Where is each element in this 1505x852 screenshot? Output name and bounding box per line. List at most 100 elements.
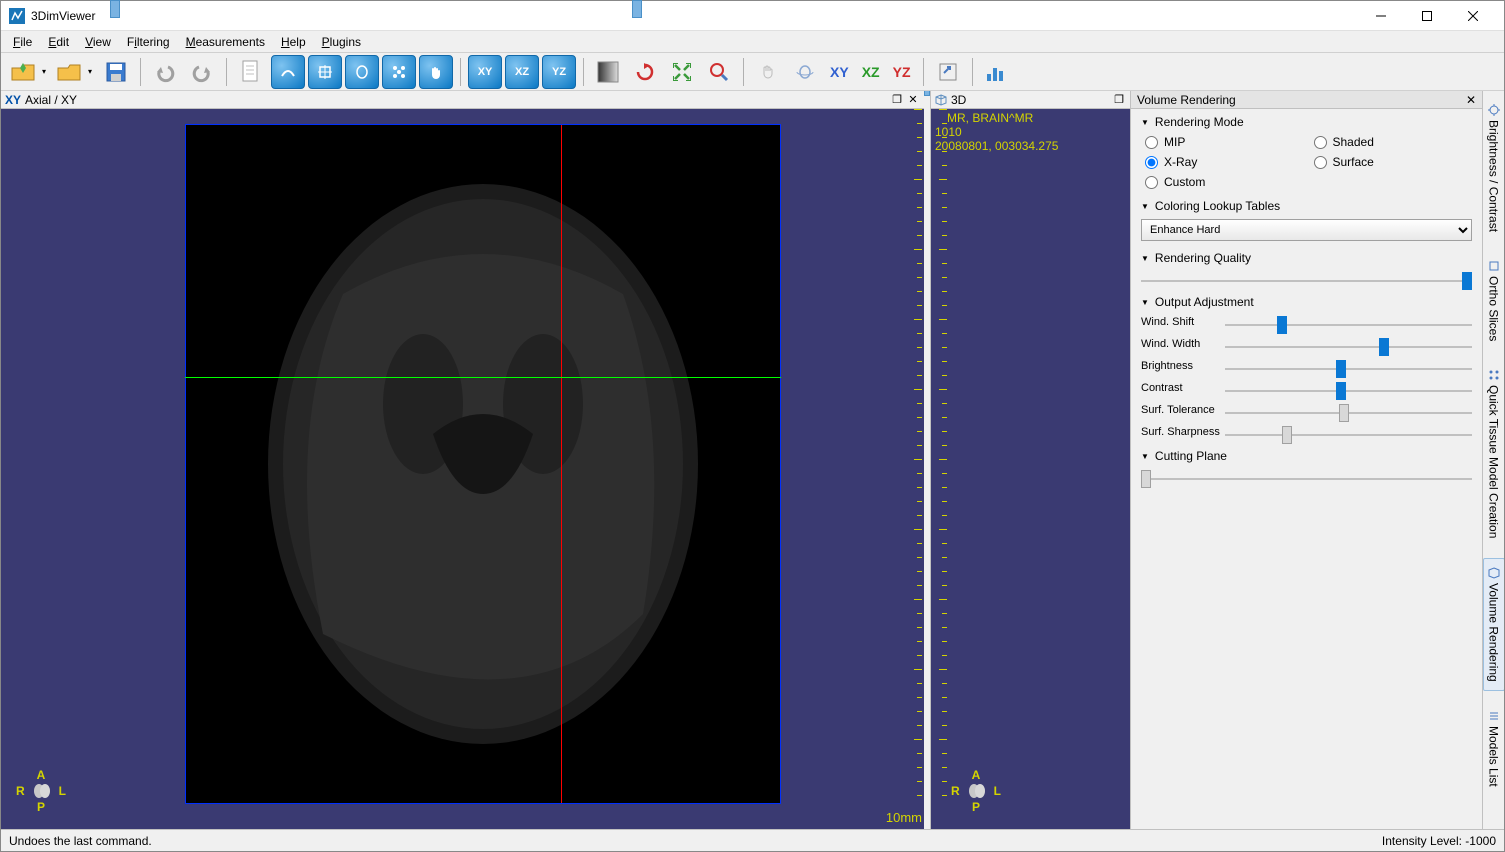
slices-icon: [1488, 260, 1500, 272]
brightness-row: Brightness: [1141, 359, 1472, 373]
contrast-slider[interactable]: [1225, 381, 1472, 395]
threeD-orient-bottom: P: [951, 800, 1001, 814]
brightness-icon: [1488, 104, 1500, 116]
open-file-button[interactable]: [53, 55, 87, 89]
cutting-plane-header[interactable]: Cutting Plane: [1141, 449, 1472, 463]
app-icon: [9, 8, 25, 24]
tool-grid-button[interactable]: [382, 55, 416, 89]
reload-button[interactable]: [628, 55, 662, 89]
axial-view-label: Axial / XY: [25, 93, 77, 107]
clut-combobox[interactable]: Enhance Hard: [1141, 219, 1472, 241]
wind-shift-slider[interactable]: [1225, 315, 1472, 329]
menu-plugins[interactable]: Plugins: [314, 33, 369, 51]
close-button[interactable]: [1450, 2, 1496, 30]
menu-view[interactable]: View: [77, 33, 119, 51]
list-icon: [1488, 710, 1500, 722]
sidetab-brightness-contrast[interactable]: Brightness / Contrast: [1483, 95, 1505, 241]
radio-xray[interactable]: X-Ray: [1145, 155, 1304, 169]
side-tabs: Brightness / Contrast Ortho Slices Quick…: [1482, 91, 1504, 829]
restore-3d-icon[interactable]: ❐: [1112, 93, 1126, 107]
undo-button[interactable]: [148, 55, 182, 89]
hand-tool-button[interactable]: [751, 55, 785, 89]
view-area: XY Axial / XY ❐ ✕: [1, 91, 1130, 829]
statusbar: Undoes the last command. Intensity Level…: [1, 829, 1504, 851]
tool-density-button[interactable]: [271, 55, 305, 89]
maximize-button[interactable]: [1404, 2, 1450, 30]
threeD-orientation: A R L P: [951, 768, 1001, 814]
tool-hand-button[interactable]: [419, 55, 453, 89]
save-button[interactable]: [99, 55, 133, 89]
status-right: Intensity Level: -1000: [1382, 834, 1496, 848]
plane-yz-button[interactable]: YZ: [542, 55, 576, 89]
sidetab-models-list[interactable]: Models List: [1483, 701, 1505, 796]
radio-custom[interactable]: Custom: [1145, 175, 1304, 189]
threeD-ruler: [931, 109, 947, 829]
quality-header[interactable]: Rendering Quality: [1141, 251, 1472, 265]
surf-tolerance-slider[interactable]: [1225, 403, 1472, 417]
threeD-orient-top: A: [951, 768, 1001, 782]
close-pane-icon[interactable]: ✕: [906, 93, 920, 107]
label-xy-button[interactable]: XY: [825, 60, 854, 84]
surf-tolerance-label: Surf. Tolerance: [1141, 404, 1225, 416]
axial-orient-left: R: [16, 784, 25, 798]
threeD-view-pane: 3D ❐ MR, BRAIN^MR 1010 20080801, 003034.…: [930, 91, 1130, 829]
radio-shaded[interactable]: Shaded: [1314, 135, 1473, 149]
plane-xz-button[interactable]: XZ: [505, 55, 539, 89]
fullscreen-button[interactable]: [931, 55, 965, 89]
menu-edit[interactable]: Edit: [40, 33, 77, 51]
radio-mip[interactable]: MIP: [1145, 135, 1304, 149]
label-yz-button[interactable]: YZ: [888, 60, 916, 84]
menu-measurements[interactable]: Measurements: [178, 33, 273, 51]
quality-section: Rendering Quality: [1141, 251, 1472, 285]
surf-sharpness-slider[interactable]: [1225, 425, 1472, 439]
wind-shift-row: Wind. Shift: [1141, 315, 1472, 329]
axial-viewport[interactable]: 10mm A R L P: [1, 109, 924, 829]
sidetab-quick-tissue[interactable]: Quick Tissue Model Creation: [1483, 360, 1505, 547]
clut-header[interactable]: Coloring Lookup Tables: [1141, 199, 1472, 213]
tool-slices-button[interactable]: [308, 55, 342, 89]
cutting-plane-slider[interactable]: [1141, 469, 1472, 483]
redo-button[interactable]: [185, 55, 219, 89]
menu-filtering[interactable]: Filtering: [119, 33, 178, 51]
open-file-dropdown[interactable]: ▾: [88, 67, 92, 76]
tool-head-button[interactable]: [345, 55, 379, 89]
gradient-button[interactable]: [591, 55, 625, 89]
panel-header: Volume Rendering ✕: [1131, 91, 1482, 109]
radio-surface[interactable]: Surface: [1314, 155, 1473, 169]
threeD-orient-left: R: [951, 784, 960, 798]
surf-sharpness-label: Surf. Sharpness: [1141, 426, 1225, 438]
quality-slider[interactable]: [1141, 271, 1472, 285]
crosshair-horizontal[interactable]: [185, 377, 781, 378]
contrast-row: Contrast: [1141, 381, 1472, 395]
open-dicom-button[interactable]: [7, 55, 41, 89]
plane-xy-button[interactable]: XY: [468, 55, 502, 89]
histogram-button[interactable]: [980, 55, 1014, 89]
viewport-splitter[interactable]: [924, 91, 930, 829]
axial-ruler: [902, 109, 922, 829]
rendering-mode-header[interactable]: Rendering Mode: [1141, 115, 1472, 129]
brightness-slider[interactable]: [1225, 359, 1472, 373]
crosshair-vertical[interactable]: [561, 125, 562, 803]
sidetab-volume-rendering[interactable]: Volume Rendering: [1483, 558, 1505, 691]
output-header[interactable]: Output Adjustment: [1141, 295, 1472, 309]
window-controls: [1358, 2, 1496, 30]
label-xz-button[interactable]: XZ: [857, 60, 885, 84]
menu-help[interactable]: Help: [273, 33, 314, 51]
window-title: 3DimViewer: [31, 9, 1358, 23]
minimize-button[interactable]: [1358, 2, 1404, 30]
open-dropdown[interactable]: ▾: [42, 67, 46, 76]
expand-button[interactable]: [665, 55, 699, 89]
threeD-viewport[interactable]: MR, BRAIN^MR 1010 20080801, 003034.275 A…: [931, 109, 1130, 829]
image-frame: [185, 124, 781, 804]
menu-file[interactable]: File: [5, 33, 40, 51]
brain-image: [223, 154, 743, 774]
titlebar: 3DimViewer: [1, 1, 1504, 31]
panel-close-icon[interactable]: ✕: [1466, 93, 1476, 107]
zoom-button[interactable]: [702, 55, 736, 89]
tissue-icon: [1488, 369, 1500, 381]
restore-icon[interactable]: ❐: [890, 93, 904, 107]
wind-width-slider[interactable]: [1225, 337, 1472, 351]
sidetab-ortho-slices[interactable]: Ortho Slices: [1483, 251, 1505, 350]
document-button[interactable]: [234, 55, 268, 89]
rotate-head-button[interactable]: [788, 55, 822, 89]
